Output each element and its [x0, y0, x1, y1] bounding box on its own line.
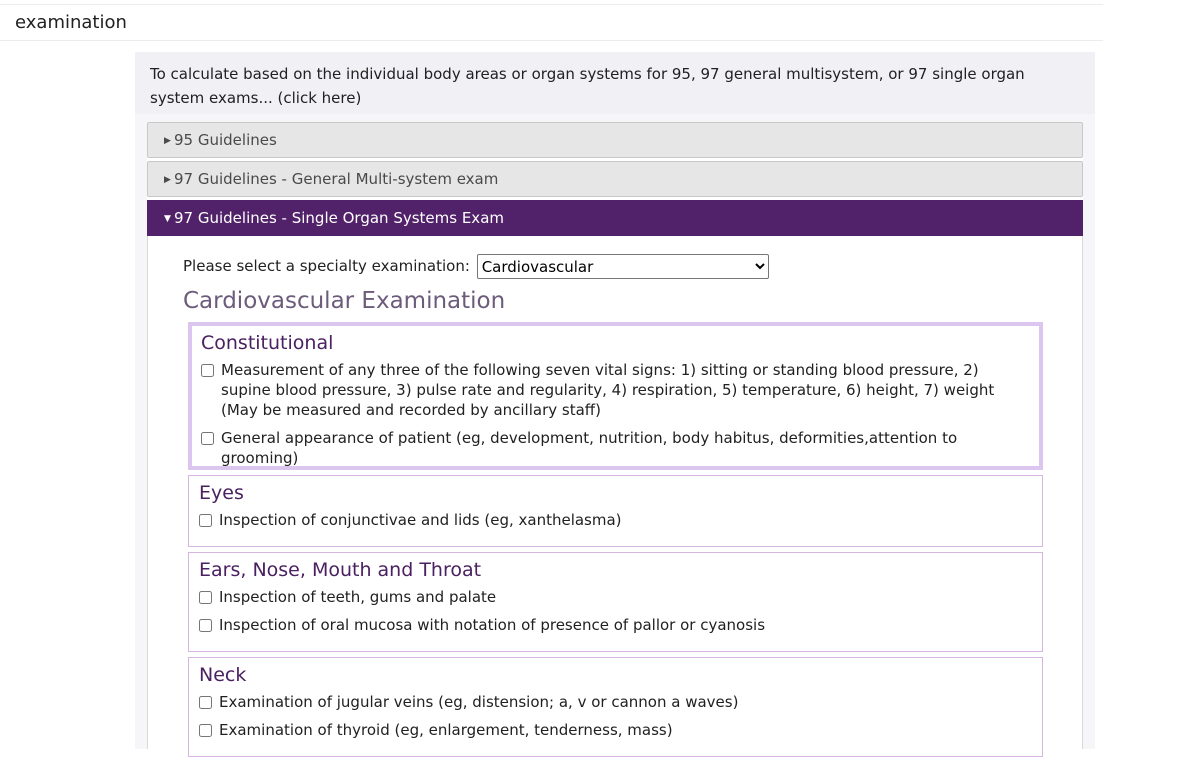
caret-right-icon: ▶ [164, 136, 171, 146]
accordion: ▶ 95 Guidelines ▶ 97 Guidelines - General … [147, 122, 1083, 757]
top-bar: examination [0, 4, 1103, 41]
item-checkbox[interactable] [201, 364, 214, 377]
item-label: Examination of jugular veins (eg, disten… [219, 693, 739, 711]
accordion-97-single-organ[interactable]: ▼ 97 Guidelines - Single Organ Systems Ex… [147, 200, 1083, 236]
section-constitutional: Constitutional Measurement of any three … [188, 322, 1043, 470]
checklist-item[interactable]: General appearance of patient (eg, devel… [201, 428, 1030, 468]
accordion-body: Please select a specialty examination: C… [147, 236, 1083, 757]
section-title: Ears, Nose, Mouth and Throat [199, 559, 482, 581]
item-label: Inspection of conjunctivae and lids (eg,… [219, 511, 622, 529]
item-checkbox[interactable] [199, 724, 212, 737]
checklist-item[interactable]: Inspection of conjunctivae and lids (eg,… [199, 510, 1032, 530]
item-checkbox[interactable] [199, 619, 212, 632]
specialty-select-row: Please select a specialty examination: C… [183, 254, 769, 279]
caret-right-icon: ▶ [164, 175, 171, 185]
checklist-item[interactable]: Examination of thyroid (eg, enlargement,… [199, 720, 1032, 740]
specialty-select[interactable]: Cardiovascular [476, 254, 769, 279]
item-checkbox[interactable] [199, 591, 212, 604]
checklist-item[interactable]: Measurement of any three of the followin… [201, 360, 1030, 420]
caret-down-icon: ▼ [164, 214, 171, 224]
item-label: Examination of thyroid (eg, enlargement,… [219, 721, 673, 739]
main-panel: To calculate based on the individual bod… [135, 52, 1095, 757]
item-checkbox[interactable] [201, 432, 214, 445]
section-ears-nose-mouth-throat: Ears, Nose, Mouth and Throat Inspection … [188, 552, 1043, 652]
section-eyes: Eyes Inspection of conjunctivae and lids… [188, 475, 1043, 547]
accordion-label: 95 Guidelines [174, 131, 277, 149]
item-checkbox[interactable] [199, 514, 212, 527]
item-label: Measurement of any three of the followin… [221, 361, 995, 419]
item-label: General appearance of patient (eg, devel… [221, 429, 958, 467]
checklist-item[interactable]: Examination of jugular veins (eg, disten… [199, 692, 1032, 712]
item-label: Inspection of teeth, gums and palate [219, 588, 497, 606]
accordion-97-general-multisystem[interactable]: ▶ 97 Guidelines - General Multi-system ex… [147, 161, 1083, 197]
section-title: Eyes [199, 482, 244, 504]
accordion-label: 97 Guidelines - General Multi-system exa… [174, 170, 499, 188]
calculate-notice-link[interactable]: To calculate based on the individual bod… [135, 52, 1095, 114]
item-checkbox[interactable] [199, 696, 212, 709]
exam-title: Cardiovascular Examination [183, 288, 506, 314]
accordion-label: 97 Guidelines - Single Organ Systems Exa… [174, 209, 504, 227]
section-neck: Neck Examination of jugular veins (eg, d… [188, 657, 1043, 757]
accordion-95-guidelines[interactable]: ▶ 95 Guidelines [147, 122, 1083, 158]
page-title: examination [15, 12, 127, 33]
checklist-item[interactable]: Inspection of oral mucosa with notation … [199, 615, 1032, 635]
section-title: Constitutional [201, 332, 334, 354]
item-label: Inspection of oral mucosa with notation … [219, 616, 766, 634]
specialty-label: Please select a specialty examination: [183, 257, 470, 275]
section-title: Neck [199, 664, 247, 686]
checklist-item[interactable]: Inspection of teeth, gums and palate [199, 587, 1032, 607]
